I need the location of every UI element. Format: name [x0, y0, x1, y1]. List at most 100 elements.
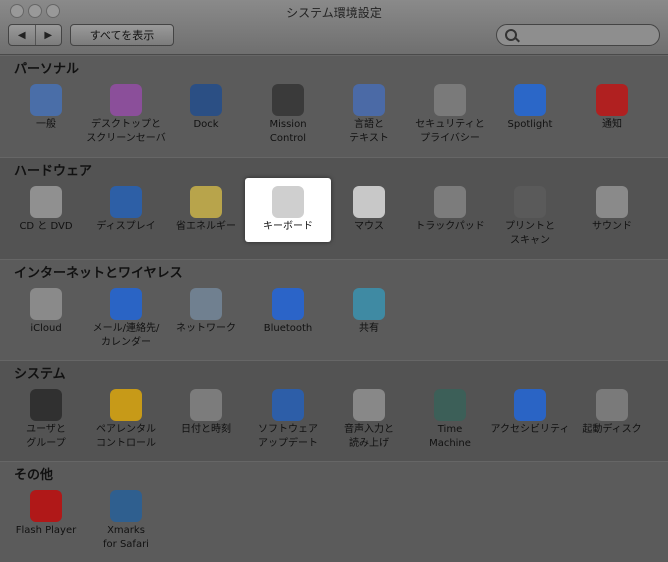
pref-item-print-scan[interactable]: プリントと スキャン [487, 186, 573, 256]
pref-item-trackpad[interactable]: トラックパッド [407, 186, 493, 256]
back-button[interactable]: ◀ [9, 25, 35, 45]
pref-item-desktop-screensaver[interactable]: デスクトップと スクリーンセーバ [83, 84, 169, 154]
section-title: その他 [14, 468, 54, 483]
pref-item-label: Spotlight [507, 119, 553, 130]
pref-item-label: 共有 [359, 323, 379, 334]
notifications-icon [596, 84, 628, 116]
section-4: その他 Flash Player Xmarks for Safari [0, 461, 668, 562]
pref-item-label: ディスプレイ [96, 221, 156, 232]
pref-item-sound[interactable]: サウンド [569, 186, 655, 256]
pref-item-label: Dock [193, 119, 219, 130]
pref-item-spotlight[interactable]: Spotlight [487, 84, 573, 154]
pref-item-label: 一般 [36, 119, 56, 130]
cd-dvd-icon [30, 186, 62, 218]
pref-item-label: アクセシビリティ [490, 424, 570, 435]
users-groups-icon [30, 389, 62, 421]
show-all-button[interactable]: すべてを表示 [70, 24, 174, 46]
time-machine-icon [434, 389, 466, 421]
desktop-screensaver-icon [110, 84, 142, 116]
pref-item-cd-dvd[interactable]: CD と DVD [3, 186, 89, 256]
pref-item-keyboard[interactable]: キーボード [245, 178, 331, 242]
pref-item-dictation-speech[interactable]: 音声入力と 読み上げ [326, 389, 412, 459]
network-icon [190, 288, 222, 320]
section-title: ハードウェア [14, 164, 93, 179]
pref-item-label: ペアレンタル コントロール [96, 424, 156, 449]
mail-contacts-calendar-icon [110, 288, 142, 320]
pref-item-flash-player[interactable]: Flash Player [3, 490, 89, 560]
pref-item-energy-saver[interactable]: 省エネルギー [163, 186, 249, 256]
section-title: システム [14, 367, 66, 382]
navigation-buttons: ◀ ▶ [8, 24, 62, 46]
pref-item-label: Mission Control [269, 119, 307, 144]
window-title: システム環境設定 [286, 6, 382, 20]
pref-item-label: ネットワーク [176, 323, 236, 334]
pref-item-security-privacy[interactable]: セキュリティと プライバシー [407, 84, 493, 154]
general-icon [30, 84, 62, 116]
pref-item-network[interactable]: ネットワーク [163, 288, 249, 358]
software-update-icon [272, 389, 304, 421]
section-2: インターネットとワイヤレス iCloud メール/連絡先/ カレンダー ネットワーク B… [0, 259, 668, 361]
pref-item-dock[interactable]: Dock [163, 84, 249, 154]
pref-item-label: 日付と時刻 [181, 424, 231, 435]
security-privacy-icon [434, 84, 466, 116]
pref-item-label: セキュリティと プライバシー [415, 119, 485, 144]
pref-item-bluetooth[interactable]: Bluetooth [245, 288, 331, 358]
pref-item-accessibility[interactable]: アクセシビリティ [487, 389, 573, 459]
pref-item-label: CD と DVD [19, 221, 73, 232]
startup-disk-icon [596, 389, 628, 421]
pref-item-mouse[interactable]: マウス [326, 186, 412, 256]
pref-item-date-time[interactable]: 日付と時刻 [163, 389, 249, 459]
pref-item-sharing[interactable]: 共有 [326, 288, 412, 358]
parental-controls-icon [110, 389, 142, 421]
pref-item-users-groups[interactable]: ユーザと グループ [3, 389, 89, 459]
pref-item-label: サウンド [592, 221, 632, 232]
pref-item-parental-controls[interactable]: ペアレンタル コントロール [83, 389, 169, 459]
print-scan-icon [514, 186, 546, 218]
pref-item-label: メール/連絡先/ カレンダー [92, 323, 160, 348]
pref-item-label: キーボード [263, 221, 313, 232]
pref-item-general[interactable]: 一般 [3, 84, 89, 154]
pref-item-label: 言語と テキスト [349, 119, 389, 144]
pref-item-notifications[interactable]: 通知 [569, 84, 655, 154]
section-0: パーソナル一般 デスクトップと スクリーンセーバ Dock Mission Contr… [0, 55, 668, 158]
accessibility-icon [514, 389, 546, 421]
language-text-icon [353, 84, 385, 116]
pref-item-label: 音声入力と 読み上げ [344, 424, 394, 449]
pref-item-label: Time Machine [429, 424, 471, 449]
pref-item-language-text[interactable]: 言語と テキスト [326, 84, 412, 154]
pref-item-label: デスクトップと スクリーンセーバ [86, 119, 166, 144]
pref-item-label: Xmarks for Safari [103, 525, 149, 550]
flash-player-icon [30, 490, 62, 522]
dictation-speech-icon [353, 389, 385, 421]
pref-item-label: マウス [354, 221, 384, 232]
pref-item-label: プリントと スキャン [505, 221, 555, 246]
pref-item-label: Flash Player [15, 525, 77, 536]
section-title: パーソナル [14, 62, 80, 77]
sharing-icon [353, 288, 385, 320]
mouse-icon [353, 186, 385, 218]
pref-item-label: Bluetooth [263, 323, 313, 334]
pref-item-label: iCloud [30, 323, 62, 334]
sound-icon [596, 186, 628, 218]
section-title: インターネットとワイヤレス [14, 266, 183, 281]
pref-item-label: ユーザと グループ [26, 424, 66, 449]
pref-item-label: 通知 [602, 119, 622, 130]
keyboard-icon [272, 186, 304, 218]
pref-item-startup-disk[interactable]: 起動ディスク [569, 389, 655, 459]
dock-icon [190, 84, 222, 116]
spotlight-icon [514, 84, 546, 116]
search-field[interactable] [496, 24, 660, 46]
pref-item-software-update[interactable]: ソフトウェア アップデート [245, 389, 331, 459]
mission-control-icon [272, 84, 304, 116]
pref-item-xmarks[interactable]: Xmarks for Safari [83, 490, 169, 560]
xmarks-icon [110, 490, 142, 522]
pref-item-mail-contacts-calendar[interactable]: メール/連絡先/ カレンダー [83, 288, 169, 358]
pref-item-icloud[interactable]: iCloud [3, 288, 89, 358]
pref-item-displays[interactable]: ディスプレイ [83, 186, 169, 256]
bluetooth-icon [272, 288, 304, 320]
forward-button[interactable]: ▶ [34, 25, 62, 45]
pref-item-mission-control[interactable]: Mission Control [245, 84, 331, 154]
pref-item-label: 省エネルギー [176, 221, 236, 232]
pref-item-time-machine[interactable]: Time Machine [407, 389, 493, 459]
displays-icon [110, 186, 142, 218]
